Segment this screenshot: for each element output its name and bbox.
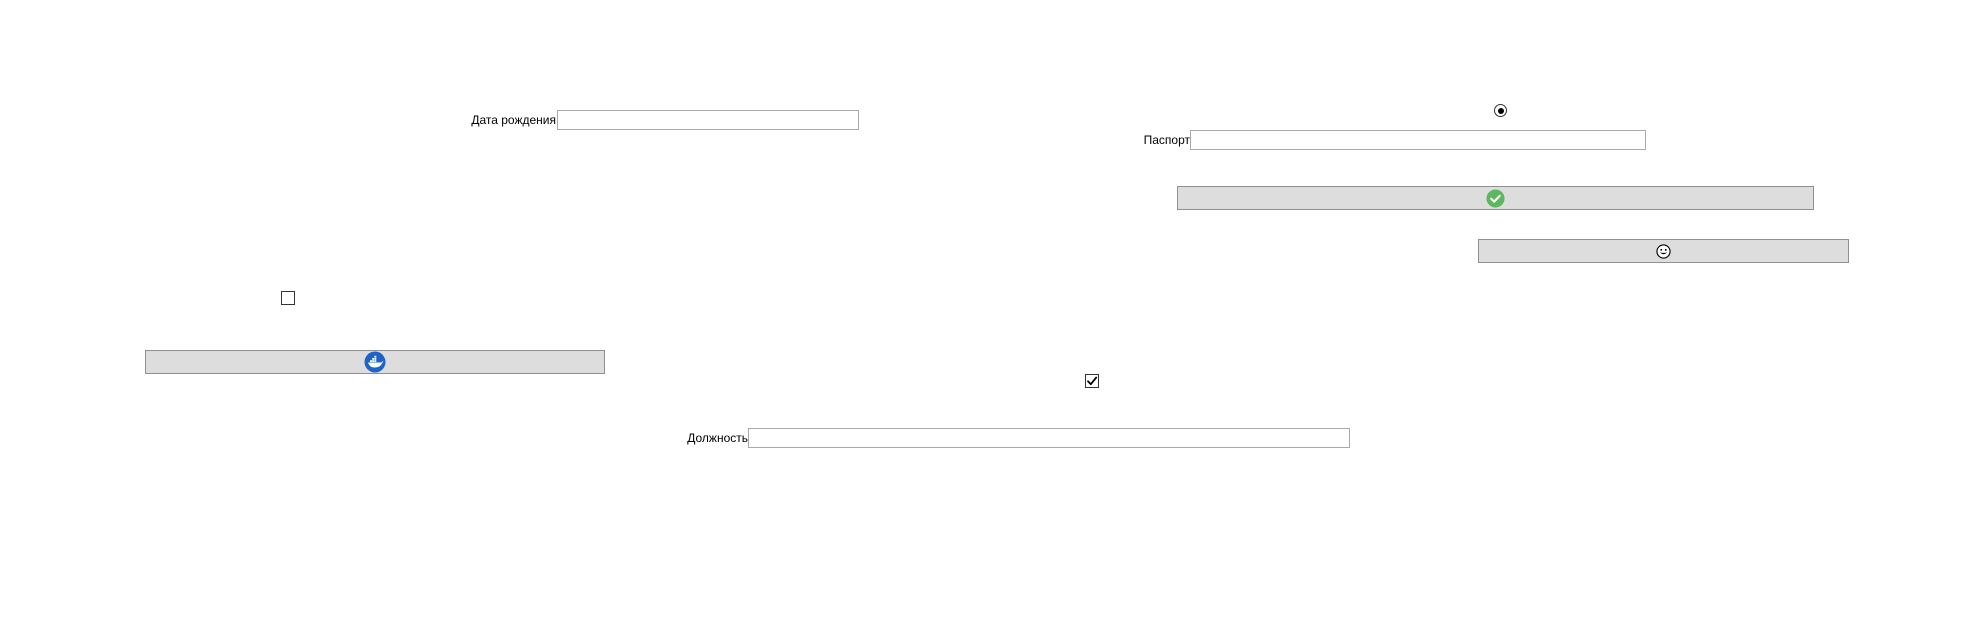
form-canvas: Дата рождения Паспорт Должность: [0, 0, 1973, 638]
checkmark-icon: [1087, 376, 1098, 386]
position-label: Должность: [687, 431, 748, 445]
grinning-face-icon: [1656, 243, 1671, 259]
green-check-circle-icon: [1486, 188, 1505, 208]
position-input[interactable]: [748, 428, 1350, 448]
docker-whale-icon: [364, 351, 386, 373]
radio-selected-dot: [1497, 107, 1504, 114]
birth-date-label: Дата рождения: [471, 113, 556, 127]
checkbox-unchecked[interactable]: [281, 291, 295, 305]
docker-button[interactable]: [145, 350, 605, 374]
passport-input[interactable]: [1190, 130, 1646, 150]
checkbox-checked[interactable]: [1085, 374, 1099, 388]
radio-button[interactable]: [1494, 104, 1507, 117]
passport-label: Паспорт: [1143, 133, 1190, 147]
confirm-button[interactable]: [1177, 186, 1814, 210]
emoji-button[interactable]: [1478, 239, 1849, 263]
birth-date-input[interactable]: [557, 110, 859, 130]
